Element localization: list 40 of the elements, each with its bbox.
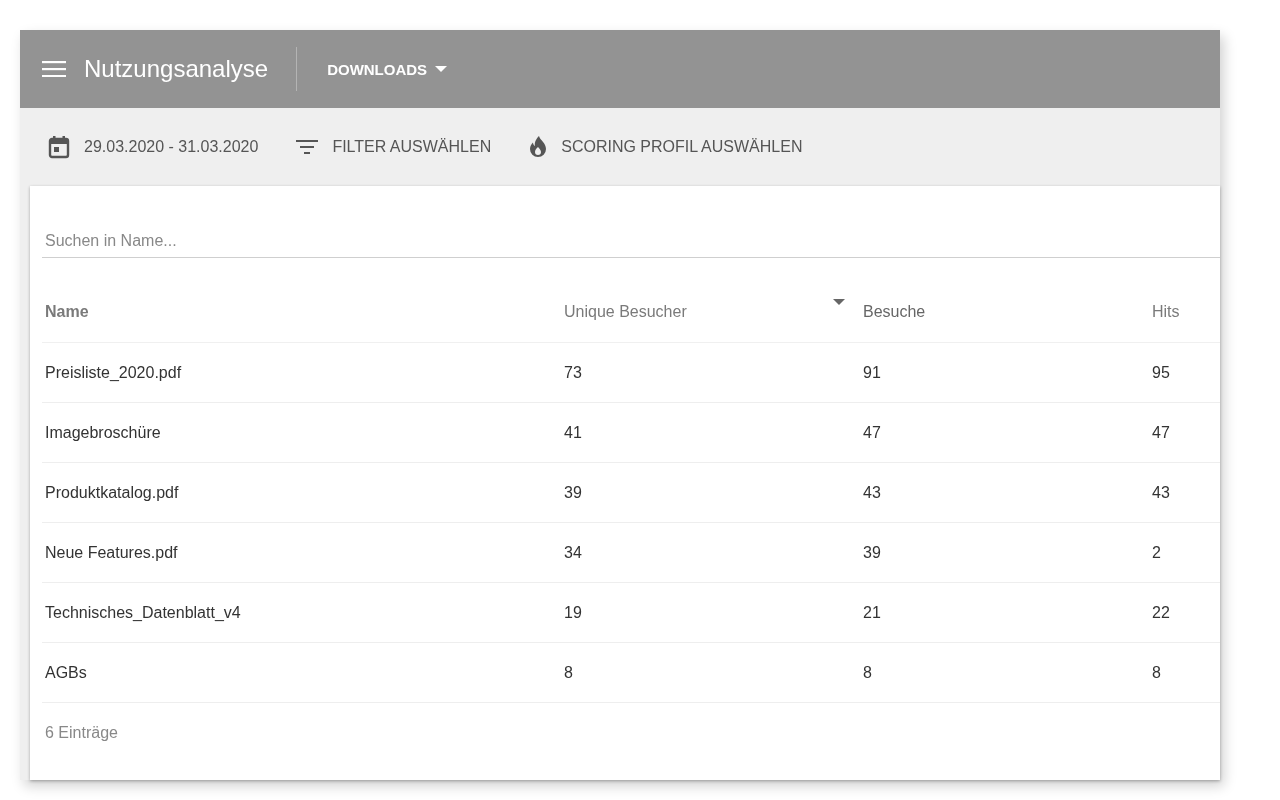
table-cell: Preisliste_2020.pdf — [42, 342, 561, 403]
column-header[interactable]: Hits — [1149, 282, 1220, 343]
table-cell: Imagebroschüre — [42, 402, 561, 463]
table-cell: 8 — [860, 642, 1149, 703]
table-cell: 41 — [561, 402, 860, 463]
app-title: Nutzungsanalyse — [84, 55, 269, 83]
column-header[interactable]: Name — [42, 282, 561, 343]
table-cell: 19 — [561, 582, 860, 643]
table-cell: 39 — [860, 522, 1149, 583]
table-cell: 73 — [561, 342, 860, 403]
table-cell: 34 — [561, 522, 860, 583]
table-cell: 95 — [1149, 342, 1220, 403]
table-cell: 47 — [1149, 402, 1220, 463]
table-cell: 22 — [1149, 582, 1220, 643]
view-dropdown[interactable]: DOWNLOADS — [327, 56, 448, 82]
table-cell: Neue Features.pdf — [42, 522, 561, 583]
filter-icon — [296, 139, 319, 155]
table-cell: 21 — [860, 582, 1149, 643]
table-cell: 8 — [561, 642, 860, 703]
search-field[interactable]: Suchen in Name... — [42, 224, 1220, 258]
table-cell: Produktkatalog.pdf — [42, 462, 561, 523]
table-cell: 39 — [561, 462, 860, 523]
table-cell: 47 — [860, 402, 1149, 463]
entry-count: 6 Einträge — [45, 724, 118, 742]
calendar-icon — [48, 135, 70, 159]
date-range-button[interactable]: 29.03.2020 - 31.03.2020 — [48, 131, 259, 163]
scoring-profile-button[interactable]: SCORING PROFIL AUSWÄHLEN — [529, 131, 803, 163]
table-cell: AGBs — [42, 642, 561, 703]
table-cell: 2 — [1149, 522, 1220, 583]
table-cell: 43 — [1149, 462, 1220, 523]
table-cell: 91 — [860, 342, 1149, 403]
sort-descending-icon — [833, 299, 845, 305]
table-cell: Technisches_Datenblatt_v4 — [42, 582, 561, 643]
table-cell: 43 — [860, 462, 1149, 523]
table-cell: 8 — [1149, 642, 1220, 703]
column-header[interactable]: Besuche — [860, 282, 1149, 343]
caret-icon — [435, 66, 448, 72]
filter-button[interactable]: FILTER AUSWÄHLEN — [296, 134, 492, 160]
flame-icon — [529, 135, 548, 159]
menu-icon[interactable] — [42, 61, 66, 77]
